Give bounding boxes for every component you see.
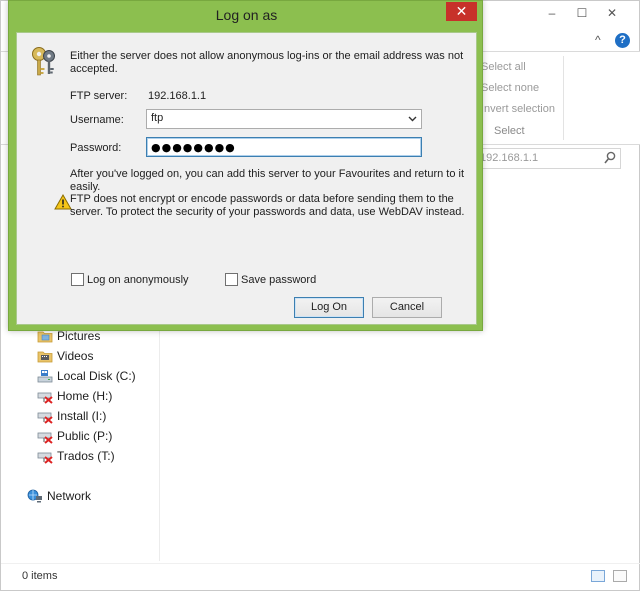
nav-item-label: Pictures — [57, 329, 101, 343]
nav-item-trados-drive[interactable]: Trados (T:) — [37, 447, 115, 465]
details-view-icon[interactable] — [591, 570, 605, 582]
item-count: 0 items — [22, 570, 58, 582]
nav-item-label: Local Disk (C:) — [57, 369, 136, 383]
username-label: Username: — [70, 114, 124, 126]
save-password-label: Save password — [241, 273, 317, 286]
keys-icon — [32, 47, 55, 76]
nav-item-label: Trados (T:) — [57, 449, 115, 463]
disconnected-network-drive-icon — [37, 432, 53, 444]
disconnected-network-drive-icon — [37, 392, 53, 404]
minimize-button[interactable]: – — [539, 4, 565, 22]
help-icon[interactable]: ? — [615, 33, 630, 48]
nav-pane-divider — [159, 331, 160, 561]
nav-item-local-disk[interactable]: Local Disk (C:) — [37, 367, 136, 385]
ftp-server-value: 192.168.1.1 — [148, 90, 207, 102]
password-field[interactable] — [146, 137, 422, 157]
dialog-body: Either the server does not allow anonymo… — [16, 32, 477, 325]
cancel-button[interactable]: Cancel — [372, 297, 442, 318]
logon-button[interactable]: Log On — [294, 297, 364, 318]
ftp-security-warning: FTP does not encrypt or encode passwords… — [70, 193, 465, 218]
large-icons-view-icon[interactable] — [613, 570, 627, 582]
nav-item-label: Public (P:) — [57, 429, 113, 443]
search-input[interactable]: 192.168.1.1 — [480, 152, 538, 164]
select-none-button[interactable]: Select none — [481, 82, 539, 94]
intro-message: Either the server does not allow anonymo… — [70, 50, 464, 75]
ftp-server-label: FTP server: — [70, 90, 128, 102]
chevron-down-icon[interactable] — [407, 113, 418, 124]
collapse-ribbon-icon[interactable]: ^ — [595, 33, 601, 47]
nav-item-home-drive[interactable]: Home (H:) — [37, 387, 112, 405]
password-label: Password: — [70, 142, 122, 154]
save-password-checkbox[interactable] — [225, 273, 238, 286]
save-password-option[interactable]: Save password — [225, 273, 316, 286]
nav-item-label: Videos — [57, 349, 94, 363]
after-logon-message: After you've logged on, you can add this… — [70, 168, 465, 193]
nav-item-label: Install (I:) — [57, 409, 107, 423]
videos-folder-icon — [37, 351, 53, 363]
nav-item-install-drive[interactable]: Install (I:) — [37, 407, 106, 425]
dialog-title: Log on as — [215, 7, 278, 23]
disconnected-network-drive-icon — [37, 452, 53, 464]
ribbon-divider — [563, 56, 564, 140]
username-dropdown[interactable]: ftp — [146, 109, 422, 129]
nav-item-label: Home (H:) — [57, 389, 113, 403]
network-icon — [27, 489, 42, 503]
nav-item-videos[interactable]: Videos — [37, 347, 93, 365]
nav-item-label: Network — [47, 489, 92, 503]
maximize-button[interactable]: ☐ — [569, 4, 595, 22]
logon-anonymously-label: Log on anonymously — [87, 273, 189, 286]
search-icon[interactable] — [604, 151, 616, 165]
ribbon-group-label: Select — [494, 125, 525, 137]
username-value: ftp — [151, 112, 164, 124]
logon-anonymously-checkbox[interactable] — [71, 273, 84, 286]
disconnected-network-drive-icon — [37, 412, 53, 424]
logon-anonymously-option[interactable]: Log on anonymously — [71, 273, 189, 286]
logon-dialog: Log on as ✕ Either the server does not a… — [8, 0, 483, 331]
dialog-close-button[interactable]: ✕ — [446, 2, 477, 21]
local-disk-icon — [37, 370, 53, 383]
status-bar: 0 items — [1, 563, 640, 591]
invert-selection-button[interactable]: Invert selection — [481, 103, 555, 115]
nav-item-public-drive[interactable]: Public (P:) — [37, 427, 112, 445]
close-window-button[interactable]: ✕ — [599, 4, 625, 22]
select-all-button[interactable]: Select all — [481, 61, 526, 73]
search-box[interactable]: 192.168.1.1 — [475, 148, 621, 169]
nav-item-network[interactable]: Network — [27, 487, 91, 505]
